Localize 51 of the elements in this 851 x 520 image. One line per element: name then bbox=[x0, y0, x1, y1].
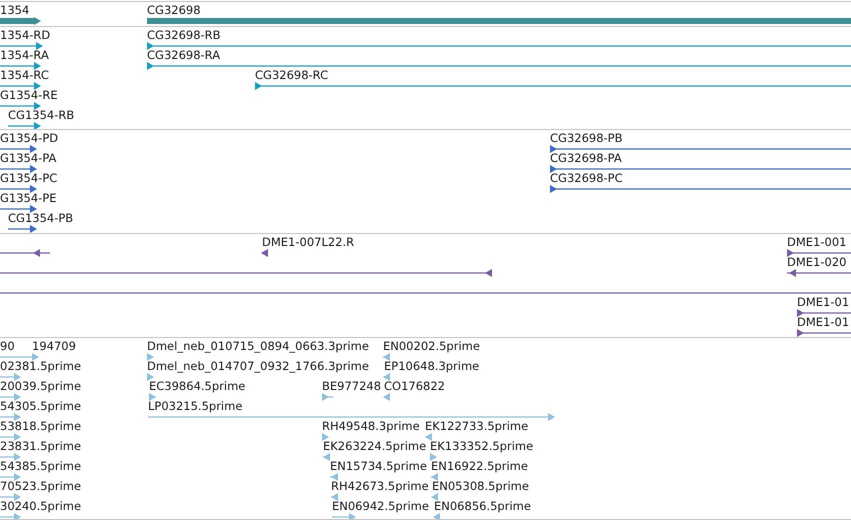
feature-label: 194709 bbox=[32, 340, 76, 352]
feature-label: Dmel_neb_014707_0932_1766.3prime bbox=[147, 360, 369, 372]
feature-label: LP03215.5prime bbox=[148, 400, 242, 412]
feature-label: G1354-PC bbox=[0, 172, 58, 184]
feature-label: EN06856.5prime bbox=[434, 500, 531, 512]
feature-label: EN05308.5prime bbox=[432, 480, 529, 492]
feature-label: G1354-PD bbox=[0, 132, 58, 144]
feature-label: DME1-01 bbox=[797, 316, 850, 328]
feature-label: Dmel_neb_010715_0894_0663.3prime bbox=[147, 340, 369, 352]
feature-label: EN00202.5prime bbox=[383, 340, 480, 352]
feature-label: EP10648.3prime bbox=[384, 360, 480, 372]
feature-label: 1354-RC bbox=[0, 69, 49, 81]
feature-label: 02381.5prime bbox=[0, 360, 82, 372]
feature-label: EC39864.5prime bbox=[149, 380, 246, 392]
feature-label: EK263224.5prime bbox=[323, 440, 426, 452]
feature-label: CG32698-RB bbox=[147, 29, 221, 41]
feature-label: EN06942.5prime bbox=[332, 500, 429, 512]
feature-label: EN15734.5prime bbox=[330, 460, 427, 472]
feature-label: G1354-PE bbox=[0, 192, 57, 204]
feature-label: CG32698-RC bbox=[255, 69, 328, 81]
feature-label: DME1-001 bbox=[787, 236, 846, 248]
feature-label: EK122733.5prime bbox=[425, 420, 528, 432]
feature-label: DME1-01 bbox=[797, 296, 850, 308]
feature-label: 70523.5prime bbox=[0, 480, 82, 492]
feature-label: CG32698 bbox=[147, 4, 201, 16]
feature-label: BE977248 bbox=[322, 380, 382, 392]
feature-label: 54305.5prime bbox=[0, 400, 82, 412]
feature-label: 90 bbox=[0, 340, 15, 352]
feature-label: CG32698-RA bbox=[147, 49, 220, 61]
feature-label: CG32698-PA bbox=[550, 152, 622, 164]
feature-label: EK133352.5prime bbox=[430, 440, 534, 452]
feature-label: CG32698-PC bbox=[550, 172, 623, 184]
feature-label: CO176822 bbox=[384, 380, 445, 392]
feature-label: CG1354-RB bbox=[8, 109, 74, 121]
feature-label: RH42673.5prime bbox=[331, 480, 429, 492]
feature-label: 30240.5prime bbox=[0, 500, 82, 512]
feature-label: 1354 bbox=[0, 4, 30, 16]
feature-label: CG1354-PB bbox=[8, 212, 74, 224]
feature-label: G1354-RE bbox=[0, 89, 58, 101]
feature-label: 54385.5prime bbox=[0, 460, 82, 472]
feature-label: DME1-007L22.R bbox=[262, 236, 354, 248]
feature-label: 53818.5prime bbox=[0, 420, 82, 432]
feature-label: RH49548.3prime bbox=[322, 420, 420, 432]
feature-label: DME1-020 bbox=[787, 256, 846, 268]
feature-label: EN16922.5prime bbox=[431, 460, 528, 472]
feature-label: 1354-RD bbox=[0, 29, 50, 41]
feature-label: 23831.5prime bbox=[0, 440, 82, 452]
feature-label: 1354-RA bbox=[0, 49, 49, 61]
feature-label: 20039.5prime bbox=[0, 380, 82, 392]
feature-label: G1354-PA bbox=[0, 152, 56, 164]
feature-label: CG32698-PB bbox=[550, 132, 622, 144]
